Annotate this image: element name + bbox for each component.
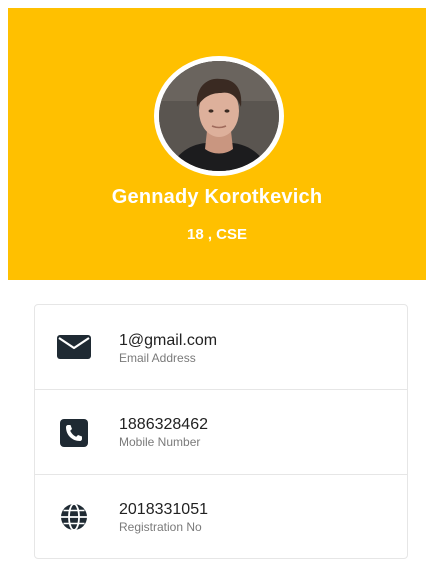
detail-row-registration: 2018331051 Registration No (35, 474, 407, 559)
profile-subtitle: 18 , CSE (186, 226, 248, 243)
detail-row-phone: 1886328462 Mobile Number (35, 389, 407, 474)
avatar (159, 61, 279, 171)
profile-name: Gennady Korotkevich (111, 186, 323, 208)
avatar-frame (154, 56, 284, 176)
registration-label: Registration No (119, 520, 202, 534)
phone-icon (57, 416, 91, 450)
phone-label: Mobile Number (119, 435, 201, 449)
envelope-icon (57, 330, 91, 364)
profile-card: Gennady Korotkevich 18 , CSE 1@gmail.com… (8, 8, 426, 579)
registration-value: 2018331051 (119, 501, 208, 518)
detail-text-email: 1@gmail.com Email Address (119, 332, 217, 365)
details-list: 1@gmail.com Email Address 1886328462 Mob… (34, 304, 408, 559)
phone-value: 1886328462 (119, 416, 208, 433)
email-value: 1@gmail.com (119, 332, 218, 349)
detail-text-phone: 1886328462 Mobile Number (119, 416, 208, 449)
email-label: Email Address (119, 351, 196, 365)
detail-text-registration: 2018331051 Registration No (119, 501, 208, 534)
detail-row-email: 1@gmail.com Email Address (35, 305, 407, 389)
profile-header: Gennady Korotkevich 18 , CSE (8, 8, 426, 280)
avatar-portrait-icon (159, 61, 279, 171)
globe-icon (57, 500, 91, 534)
